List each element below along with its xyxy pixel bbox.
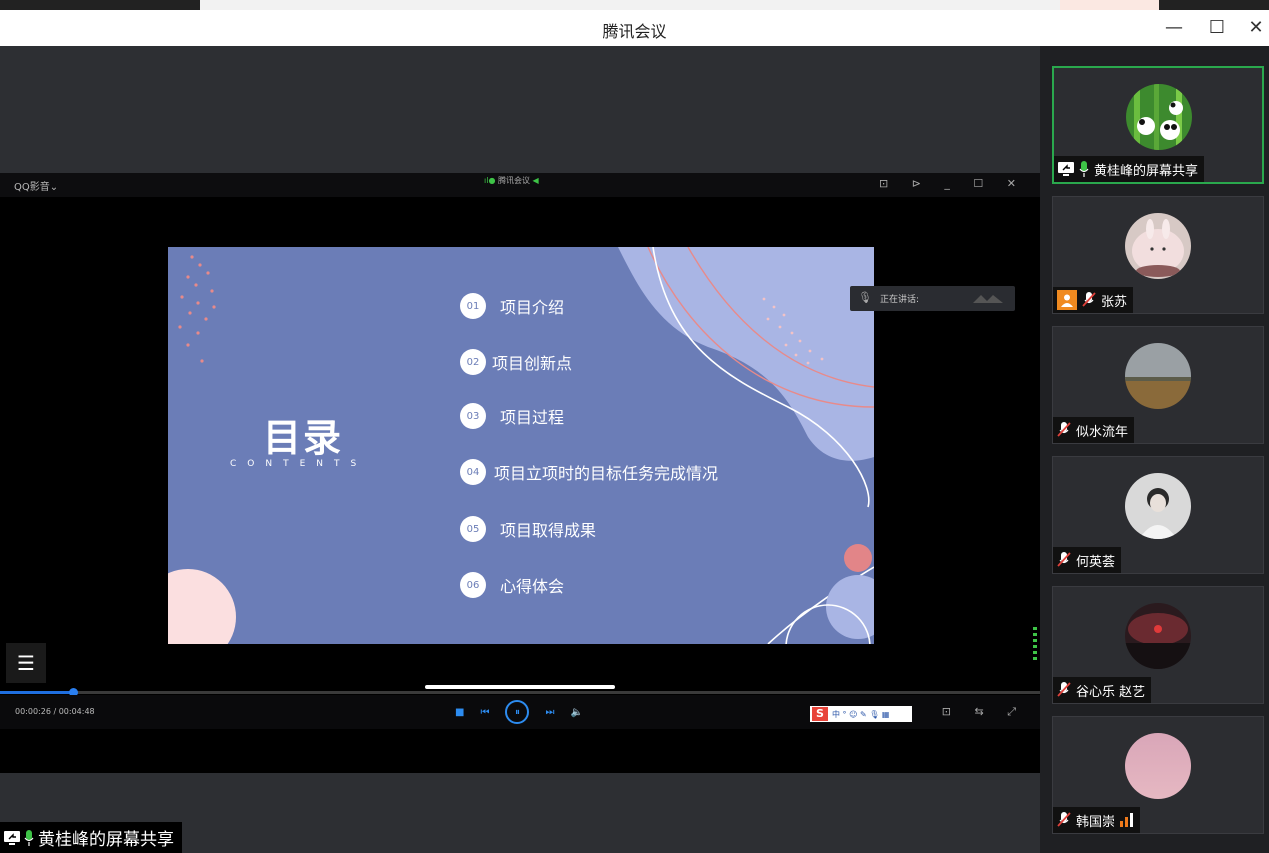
portrait-avatar bbox=[1125, 473, 1191, 539]
stop-icon[interactable]: ■ bbox=[455, 707, 464, 718]
pause-button[interactable]: ⏸ bbox=[505, 700, 530, 724]
toc-label: 项目创新点 bbox=[492, 354, 573, 373]
toc-number: 05 bbox=[460, 516, 486, 542]
input-method-toolbar[interactable]: S 中 ° ☺ ✎ 🎙 ▦ bbox=[810, 706, 912, 722]
scroll-indicator[interactable] bbox=[425, 685, 615, 689]
toc-label: 项目介绍 bbox=[500, 298, 565, 317]
slide-title: 目录 bbox=[263, 416, 344, 460]
screen-share-icon bbox=[1058, 162, 1074, 176]
toc-item: 04 项目立项时的目标任务完成情况 bbox=[460, 458, 718, 486]
mic-muted-icon bbox=[1057, 552, 1071, 568]
meeting-share-tag: ıl● 腾讯会议 ◀ bbox=[484, 175, 539, 186]
slide-subtitle: CONTENTS bbox=[230, 459, 368, 469]
speaker-icon: ◀ bbox=[532, 176, 539, 185]
participant-name: 韩国崇 bbox=[1076, 814, 1116, 830]
pink-sky-avatar bbox=[1125, 733, 1191, 799]
toc-item: 06 心得体会 bbox=[460, 571, 564, 599]
mic-muted-icon bbox=[1057, 422, 1071, 438]
mic-on-icon bbox=[1079, 161, 1089, 177]
close-button[interactable]: ✕ bbox=[1244, 16, 1268, 40]
player-bottom-tools[interactable]: ⊡ ⇆ ⤢ bbox=[942, 705, 1026, 719]
volume-icon[interactable]: 🔈 bbox=[570, 707, 582, 718]
mic-muted-icon bbox=[1082, 292, 1096, 308]
toc-number: 01 bbox=[460, 293, 486, 319]
toc-label: 项目立项时的目标任务完成情况 bbox=[494, 464, 719, 483]
meeting-tag-label: 腾讯会议 bbox=[497, 176, 530, 185]
playback-time: 00:00:26 / 00:04:48 bbox=[15, 707, 95, 716]
landscape-avatar bbox=[1125, 343, 1191, 409]
next-icon[interactable]: ⏭ bbox=[545, 707, 554, 718]
participant-name: 似水流年 bbox=[1076, 424, 1129, 440]
red-sunset-avatar bbox=[1125, 603, 1191, 669]
participant-name: 张苏 bbox=[1101, 294, 1128, 310]
participant-name: 何英荟 bbox=[1076, 554, 1116, 570]
participant-namebar: 黄桂峰的屏幕共享 bbox=[1054, 156, 1205, 182]
qq-player-window[interactable]: QQ影音⌄ ıl● 腾讯会议 ◀ ⊡ ⊳ _ ☐ ✕ 目录 CONTENTS 0… bbox=[0, 173, 1040, 773]
tencent-meeting-window: 腾讯会议 — ☐ ✕ QQ影音⌄ ıl● 腾讯会议 ◀ ⊡ ⊳ _ ☐ ✕ 目录… bbox=[0, 0, 1269, 853]
participant-namebar: 谷心乐 赵艺 bbox=[1053, 677, 1152, 703]
playback-controls: ■ ⏮ ⏸ ⏭ 🔈 bbox=[455, 699, 583, 725]
mic-muted-icon bbox=[1057, 812, 1071, 828]
window-title: 腾讯会议 bbox=[602, 22, 667, 41]
participant-tile[interactable]: 张苏 bbox=[1052, 196, 1264, 314]
volume-level-icon bbox=[1033, 627, 1037, 663]
presentation-slide: 目录 CONTENTS 01 项目介绍 02 项目创新点 03 项目过程 04 … bbox=[168, 247, 874, 644]
minimize-button[interactable]: — bbox=[1162, 16, 1186, 40]
title-bar: 腾讯会议 — ☐ ✕ bbox=[0, 10, 1269, 46]
participant-tile[interactable]: 何英荟 bbox=[1052, 456, 1264, 574]
toc-item: 05 项目取得成果 bbox=[460, 515, 596, 543]
speaking-label: 正在讲话: bbox=[880, 295, 920, 305]
participant-namebar: 何英荟 bbox=[1053, 547, 1122, 573]
participants-panel: 黄桂峰的屏幕共享 张苏 似水流年 何英荟 谷心乐 赵艺 韩国崇 bbox=[1040, 46, 1269, 853]
progress-bar[interactable] bbox=[0, 688, 1040, 697]
participant-tile[interactable]: 黄桂峰的屏幕共享 bbox=[1052, 66, 1264, 184]
progress-fill bbox=[0, 691, 73, 694]
participant-namebar: 张苏 bbox=[1053, 287, 1134, 313]
shared-screen-stage[interactable]: QQ影音⌄ ıl● 腾讯会议 ◀ ⊡ ⊳ _ ☐ ✕ 目录 CONTENTS 0… bbox=[0, 46, 1040, 853]
panda-avatar bbox=[1126, 84, 1192, 150]
user-icon bbox=[1057, 290, 1077, 310]
participant-namebar: 似水流年 bbox=[1053, 417, 1135, 443]
toc-item: 02 项目创新点 bbox=[460, 348, 572, 376]
mic-muted-icon bbox=[1057, 682, 1071, 698]
participant-name: 谷心乐 赵艺 bbox=[1076, 684, 1146, 700]
signal-icon: ıl● bbox=[484, 176, 496, 185]
toc-number: 04 bbox=[460, 459, 486, 485]
ime-tools[interactable]: 中 ° ☺ ✎ 🎙 ▦ bbox=[832, 709, 889, 720]
toc-label: 项目过程 bbox=[500, 408, 565, 427]
bunny-cake-avatar bbox=[1125, 213, 1191, 279]
participant-name: 黄桂峰的屏幕共享 bbox=[1094, 163, 1199, 179]
player-top-bar: QQ影音⌄ ıl● 腾讯会议 ◀ ⊡ ⊳ _ ☐ ✕ bbox=[0, 173, 1040, 197]
participant-tile[interactable]: 韩国崇 bbox=[1052, 716, 1264, 834]
mic-icon: 🎙 bbox=[858, 291, 872, 304]
toc-number: 03 bbox=[460, 403, 486, 429]
maximize-button[interactable]: ☐ bbox=[1205, 16, 1229, 40]
speaking-indicator: 🎙 正在讲话: bbox=[850, 286, 1015, 311]
toc-number: 02 bbox=[460, 349, 486, 375]
toc-item: 03 项目过程 bbox=[460, 402, 564, 430]
mic-on-icon bbox=[24, 829, 34, 846]
toc-label: 项目取得成果 bbox=[500, 521, 597, 540]
participant-tile[interactable]: 谷心乐 赵艺 bbox=[1052, 586, 1264, 704]
player-app-menu[interactable]: QQ影音⌄ bbox=[14, 178, 58, 193]
presenter-name: 黄桂峰的屏幕共享 bbox=[38, 830, 174, 850]
participant-namebar: 韩国崇 bbox=[1053, 807, 1141, 833]
speaking-wave-icon bbox=[973, 295, 1003, 303]
toc-number: 06 bbox=[460, 572, 486, 598]
previous-icon[interactable]: ⏮ bbox=[480, 707, 489, 718]
screen-share-icon bbox=[4, 830, 20, 845]
player-control-bar: 00:00:26 / 00:04:48 ■ ⏮ ⏸ ⏭ 🔈 S 中 ° ☺ ✎ … bbox=[0, 695, 1040, 729]
playlist-icon[interactable]: ☰ bbox=[6, 643, 46, 683]
player-window-tools[interactable]: ⊡ ⊳ _ ☐ ✕ bbox=[879, 177, 1026, 190]
presenter-label: 黄桂峰的屏幕共享 bbox=[0, 822, 182, 853]
participant-tile[interactable]: 似水流年 bbox=[1052, 326, 1264, 444]
toc-item: 01 项目介绍 bbox=[460, 292, 564, 320]
signal-strength-icon bbox=[1120, 813, 1134, 827]
toc-label: 心得体会 bbox=[500, 577, 565, 596]
sogou-logo-icon: S bbox=[812, 707, 828, 721]
